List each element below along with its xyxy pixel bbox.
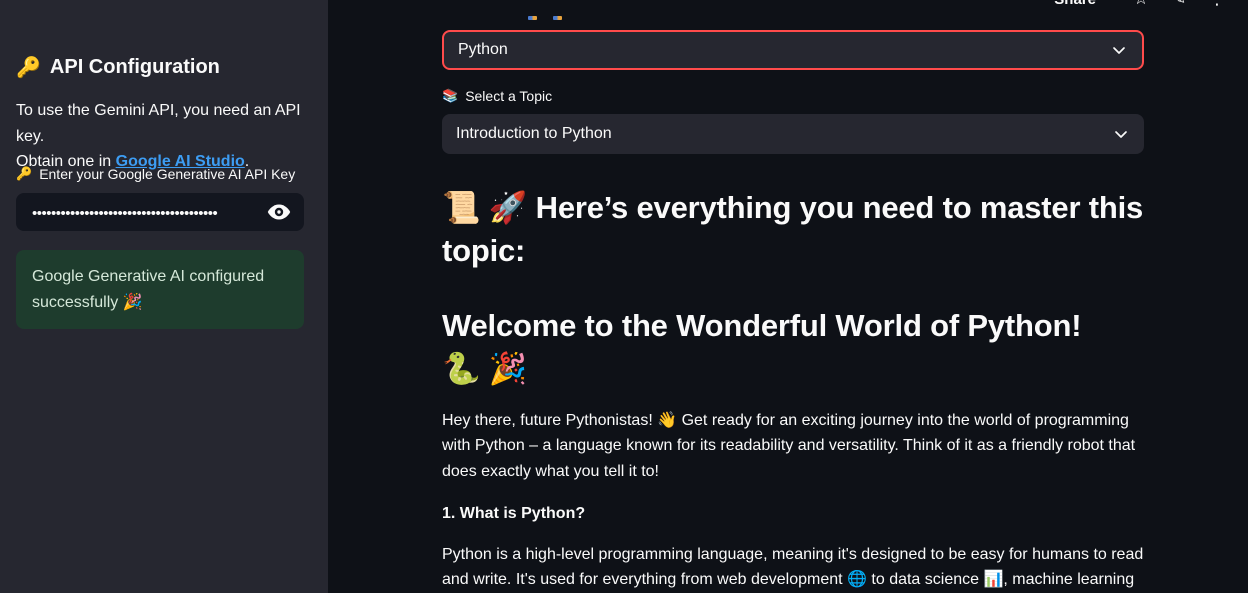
main-content: Python 📚 Select a Topic Introduction to …: [442, 0, 1144, 593]
body-paragraph: Python is a high-level programming langu…: [442, 542, 1144, 593]
intro-line-1: To use the Gemini API, you need an API k…: [16, 98, 321, 149]
success-alert: Google Generative AI configured successf…: [16, 250, 304, 329]
language-select[interactable]: Python: [442, 30, 1144, 70]
chevron-down-icon: [1110, 41, 1128, 59]
sidebar-title: 🔑 API Configuration: [16, 55, 312, 80]
chevron-down-icon: [1112, 125, 1130, 143]
language-select-value: Python: [458, 41, 508, 59]
clipped-label-fragment: [528, 16, 537, 20]
snake-party-icons: 🐍 🎉: [442, 347, 1144, 390]
clipped-label-fragment: [553, 16, 562, 20]
scroll-rocket-icons: 📜 🚀: [442, 190, 527, 225]
sidebar: 🔑 API Configuration To use the Gemini AP…: [0, 0, 328, 593]
topic-label-text: Select a Topic: [465, 88, 552, 104]
key-icon: 🔑: [16, 55, 41, 80]
topic-select-value: Introduction to Python: [456, 125, 612, 143]
sidebar-title-text: API Configuration: [50, 56, 220, 79]
app-root: 🔑 API Configuration To use the Gemini AP…: [0, 0, 1248, 593]
topic-select[interactable]: Introduction to Python: [442, 114, 1144, 154]
overflow-menu-icon[interactable]: ⋮: [1198, 0, 1236, 9]
api-intro-text: To use the Gemini API, you need an API k…: [16, 98, 321, 175]
books-icon: 📚: [442, 88, 458, 104]
topic-intro-heading: 📜 🚀 Here’s everything you need to master…: [442, 186, 1144, 272]
topic-label: 📚 Select a Topic: [442, 88, 1144, 104]
welcome-heading-text: Welcome to the Wonderful World of Python…: [442, 308, 1081, 343]
success-message: Google Generative AI configured successf…: [32, 268, 264, 311]
api-key-label: 🔑 Enter your Google Generative AI API Ke…: [16, 166, 312, 182]
edit-icon[interactable]: ✎: [1160, 0, 1198, 9]
intro-paragraph: Hey there, future Pythonistas! 👋 Get rea…: [442, 408, 1144, 484]
api-key-input[interactable]: •••••••••••••••••••••••••••••••••••••••: [16, 193, 304, 231]
key-icon: 🔑: [16, 166, 32, 182]
api-key-label-text: Enter your Google Generative AI API Key: [39, 166, 295, 182]
section-heading: 1. What is Python?: [442, 501, 1144, 526]
masked-api-key-value: •••••••••••••••••••••••••••••••••••••••: [32, 203, 266, 222]
welcome-heading: Welcome to the Wonderful World of Python…: [442, 304, 1144, 390]
eye-icon[interactable]: [266, 202, 292, 222]
topic-intro-heading-text: Here’s everything you need to master thi…: [442, 190, 1143, 268]
